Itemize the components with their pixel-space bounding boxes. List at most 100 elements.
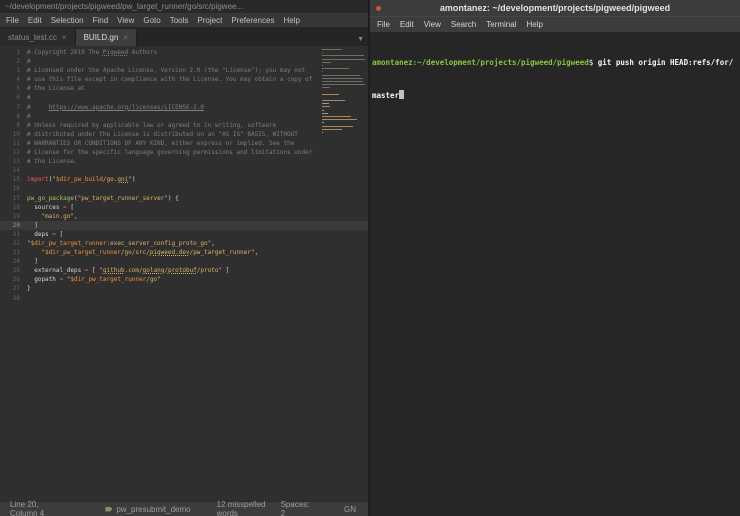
spellcheck-status[interactable]: 12 misspelled words <box>217 500 281 516</box>
editor-pane[interactable]: 1# Copyright 2019 The Pigweed Authors2#3… <box>0 46 368 501</box>
terminal-menu-search[interactable]: Search <box>451 20 476 29</box>
minimap-line <box>322 129 342 130</box>
code-line[interactable]: 11# WARRANTIES OR CONDITIONS OF ANY KIND… <box>0 139 368 148</box>
code-line[interactable]: 13# the License. <box>0 157 368 166</box>
minimap-line <box>322 49 342 50</box>
tab-close-icon[interactable]: × <box>123 33 128 42</box>
line-number: 12 <box>0 148 27 157</box>
tab-status_test.cc[interactable]: status_test.cc × <box>0 29 76 46</box>
editor-menu-help[interactable]: Help <box>283 16 299 25</box>
line-text: } <box>27 284 31 293</box>
line-number: 1 <box>0 48 27 57</box>
line-text: ] <box>27 221 38 230</box>
code-line[interactable]: 26 gopath = "$dir_pw_target_runner/go" <box>0 275 368 284</box>
minimap-line <box>322 71 323 72</box>
code-line[interactable]: 19 "main.go", <box>0 212 368 221</box>
code-line[interactable]: 1# Copyright 2019 The Pigweed Authors <box>0 48 368 57</box>
minimap[interactable] <box>322 49 366 138</box>
line-text: # https://www.apache.org/licenses/LICENS… <box>27 103 204 112</box>
line-number: 28 <box>0 294 27 303</box>
code-line[interactable]: 6# <box>0 93 368 102</box>
line-text: "$dir_pw_target_runner:exec_server_confi… <box>27 239 215 248</box>
code-line[interactable]: 4# use this file except in compliance wi… <box>0 75 368 84</box>
syntax-mode[interactable]: GN <box>344 505 356 514</box>
line-number: 9 <box>0 121 27 130</box>
editor-menu-preferences[interactable]: Preferences <box>231 16 274 25</box>
indent-setting[interactable]: Spaces: 2 <box>281 500 312 516</box>
minimap-line <box>322 52 323 53</box>
line-text: ] <box>27 257 38 266</box>
terminal-menu-terminal[interactable]: Terminal <box>486 20 516 29</box>
terminal-menu-view[interactable]: View <box>424 20 441 29</box>
line-number: 13 <box>0 157 27 166</box>
editor-menu-find[interactable]: Find <box>93 16 109 25</box>
code-line[interactable]: 20 ] <box>0 221 368 230</box>
line-number: 7 <box>0 103 27 112</box>
project-name: pw_presubmit_demo <box>116 505 190 514</box>
terminal-line-2: master <box>372 90 738 101</box>
tab-close-icon[interactable]: × <box>62 33 67 42</box>
line-text: pw_go_package("pw_target_runner_server")… <box>27 194 179 203</box>
editor-menu-selection[interactable]: Selection <box>51 16 84 25</box>
terminal-cursor <box>399 90 404 99</box>
editor-menubar: File Edit Selection Find View Goto Tools Projec… <box>0 13 368 28</box>
line-number: 10 <box>0 130 27 139</box>
line-number: 23 <box>0 248 27 257</box>
editor-menu-view[interactable]: View <box>117 16 134 25</box>
code-line[interactable]: 23 "$dir_pw_target_runner/go/src/pigweed… <box>0 248 368 257</box>
tab-label: status_test.cc <box>8 33 57 42</box>
editor-titlebar[interactable]: ~/development/projects/pigweed/pw_target… <box>0 0 368 13</box>
line-number: 21 <box>0 230 27 239</box>
code-line[interactable]: 16 <box>0 184 368 193</box>
caret-position[interactable]: Line 20, Column 4 <box>10 500 67 516</box>
terminal-screen[interactable]: amontanez:~/development/projects/pigweed… <box>370 33 740 516</box>
code-line[interactable]: 15import("$dir_pw_build/go.gni") <box>0 175 368 184</box>
line-text: import("$dir_pw_build/go.gni") <box>27 175 135 184</box>
code-line[interactable]: 2# <box>0 57 368 66</box>
terminal-line-1: amontanez:~/development/projects/pigweed… <box>372 57 738 68</box>
code-line[interactable]: 9# Unless required by applicable law or … <box>0 121 368 130</box>
code-line[interactable]: 18 sources = [ <box>0 203 368 212</box>
code-line[interactable]: 24 ] <box>0 257 368 266</box>
editor-menu-edit[interactable]: Edit <box>28 16 42 25</box>
code-line[interactable]: 12# License for the specific language go… <box>0 148 368 157</box>
line-text: # Unless required by applicable law or a… <box>27 121 276 130</box>
line-text: # Licensed under the Apache License, Ver… <box>27 66 305 75</box>
editor-menu-file[interactable]: File <box>6 16 19 25</box>
minimap-line <box>322 84 365 85</box>
code-line[interactable]: 25 external_deps = [ "github.com/golang/… <box>0 266 368 275</box>
code-line[interactable]: 22"$dir_pw_target_runner:exec_server_con… <box>0 239 368 248</box>
terminal-menu-edit[interactable]: Edit <box>400 20 414 29</box>
line-text: # the License. <box>27 157 78 166</box>
minimap-line <box>322 55 364 56</box>
editor-menu-tools[interactable]: Tools <box>170 16 189 25</box>
editor-menu-project[interactable]: Project <box>197 16 222 25</box>
line-number: 25 <box>0 266 27 275</box>
minimap-line <box>322 106 330 107</box>
editor-menu-goto[interactable]: Goto <box>143 16 160 25</box>
project-indicator[interactable]: pw_presubmit_demo <box>105 505 190 514</box>
code-line[interactable]: 5# the License at <box>0 84 368 93</box>
code-line[interactable]: 28 <box>0 294 368 303</box>
code-line[interactable]: 7# https://www.apache.org/licenses/LICEN… <box>0 103 368 112</box>
code-line[interactable]: 8# <box>0 112 368 121</box>
tab-label: BUILD.gn <box>84 33 119 42</box>
terminal-menu-help[interactable]: Help <box>526 20 542 29</box>
line-number: 27 <box>0 284 27 293</box>
code-line[interactable]: 3# Licensed under the Apache License, Ve… <box>0 66 368 75</box>
tab-overflow-icon[interactable]: ▼ <box>357 36 364 43</box>
terminal-menu-file[interactable]: File <box>377 20 390 29</box>
terminal-titlebar[interactable]: amontanez: ~/development/projects/pigwee… <box>370 0 740 16</box>
code-line[interactable]: 10# distributed under the License is dis… <box>0 130 368 139</box>
line-number: 14 <box>0 166 27 175</box>
tab-build.gn[interactable]: BUILD.gn × <box>76 29 137 46</box>
code-line[interactable]: 21 deps = [ <box>0 230 368 239</box>
code-line[interactable]: 14 <box>0 166 368 175</box>
line-text: gopath = "$dir_pw_target_runner/go" <box>27 275 161 284</box>
line-number: 19 <box>0 212 27 221</box>
code-line[interactable]: 17pw_go_package("pw_target_runner_server… <box>0 194 368 203</box>
code-line[interactable]: 27} <box>0 284 368 293</box>
minimap-line <box>322 103 329 104</box>
line-text: # WARRANTIES OR CONDITIONS OF ANY KIND, … <box>27 139 294 148</box>
code-area[interactable]: 1# Copyright 2019 The Pigweed Authors2#3… <box>0 48 368 303</box>
